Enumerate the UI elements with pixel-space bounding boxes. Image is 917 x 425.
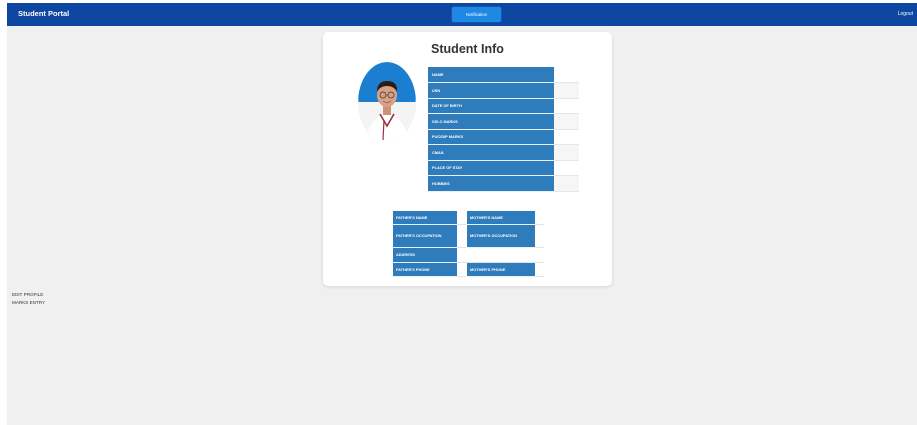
field-label-sslc: SSLC MARKS bbox=[428, 113, 554, 130]
field-value-sslc bbox=[554, 113, 579, 130]
table-row: USN bbox=[428, 82, 579, 99]
app-frame: Student Portal Notification Logout Stude… bbox=[7, 3, 917, 425]
student-info-card: Student Info NAME USN DATE OF BIRTH SSLC… bbox=[323, 32, 612, 286]
address-value bbox=[457, 248, 544, 263]
table-row: CMAIL bbox=[428, 144, 579, 161]
table-row: NAME bbox=[428, 67, 579, 83]
field-value-hobbies bbox=[554, 175, 579, 192]
top-navbar: Student Portal Notification Logout bbox=[7, 3, 917, 26]
field-value-email bbox=[554, 144, 579, 161]
field-value-dob bbox=[554, 98, 579, 114]
father-name-value bbox=[457, 211, 466, 225]
student-avatar-icon bbox=[358, 62, 416, 142]
field-value-stay bbox=[554, 160, 579, 176]
field-label-stay: PLACE OF STAY bbox=[428, 160, 554, 176]
sidebar-menu: EDIT PROFILE MARKS ENTRY bbox=[12, 291, 45, 307]
notification-button[interactable]: Notification bbox=[452, 7, 501, 22]
field-label-usn: USN bbox=[428, 82, 554, 99]
mother-occupation-label: MOTHER'S OCCUPATION bbox=[467, 225, 535, 248]
mother-phone-value bbox=[535, 263, 544, 277]
mother-phone-label: MOTHER'S PHONE bbox=[467, 263, 535, 277]
field-value-usn bbox=[554, 82, 579, 99]
mother-occupation-value bbox=[535, 225, 544, 248]
field-value-puc bbox=[554, 129, 579, 145]
table-row: PUC/DIP MARKS bbox=[428, 129, 579, 145]
field-value-name bbox=[554, 67, 579, 83]
page-title: Student Info bbox=[431, 42, 504, 56]
table-row: PLACE OF STAY bbox=[428, 160, 579, 176]
field-label-name: NAME bbox=[428, 67, 554, 83]
field-label-email: CMAIL bbox=[428, 144, 554, 161]
field-label-hobbies: HOBBIES bbox=[428, 175, 554, 192]
father-phone-value bbox=[457, 263, 466, 277]
mother-name-label: MOTHER'S NAME bbox=[467, 211, 535, 225]
father-occupation-value bbox=[457, 225, 466, 248]
field-label-puc: PUC/DIP MARKS bbox=[428, 129, 554, 145]
table-row: SSLC MARKS bbox=[428, 113, 579, 130]
father-phone-label: FATHER'S PHONE bbox=[393, 263, 457, 277]
address-label: ADDRESS bbox=[393, 248, 457, 263]
brand-title[interactable]: Student Portal bbox=[18, 9, 69, 18]
father-occupation-label: FATHER'S OCCUPATION bbox=[393, 225, 457, 248]
field-label-dob: DATE OF BIRTH bbox=[428, 98, 554, 114]
student-avatar bbox=[358, 62, 416, 142]
table-row: HOBBIES bbox=[428, 175, 579, 192]
father-name-label: FATHER'S NAME bbox=[393, 211, 457, 225]
logout-link[interactable]: Logout bbox=[898, 11, 913, 17]
mother-name-value bbox=[535, 211, 544, 225]
student-details-table: NAME USN DATE OF BIRTH SSLC MARKS PUC/DI… bbox=[428, 67, 579, 192]
sidebar-item-marks-entry[interactable]: MARKS ENTRY bbox=[12, 299, 45, 307]
sidebar-item-edit-profile[interactable]: EDIT PROFILE bbox=[12, 291, 45, 299]
table-row: DATE OF BIRTH bbox=[428, 98, 579, 114]
